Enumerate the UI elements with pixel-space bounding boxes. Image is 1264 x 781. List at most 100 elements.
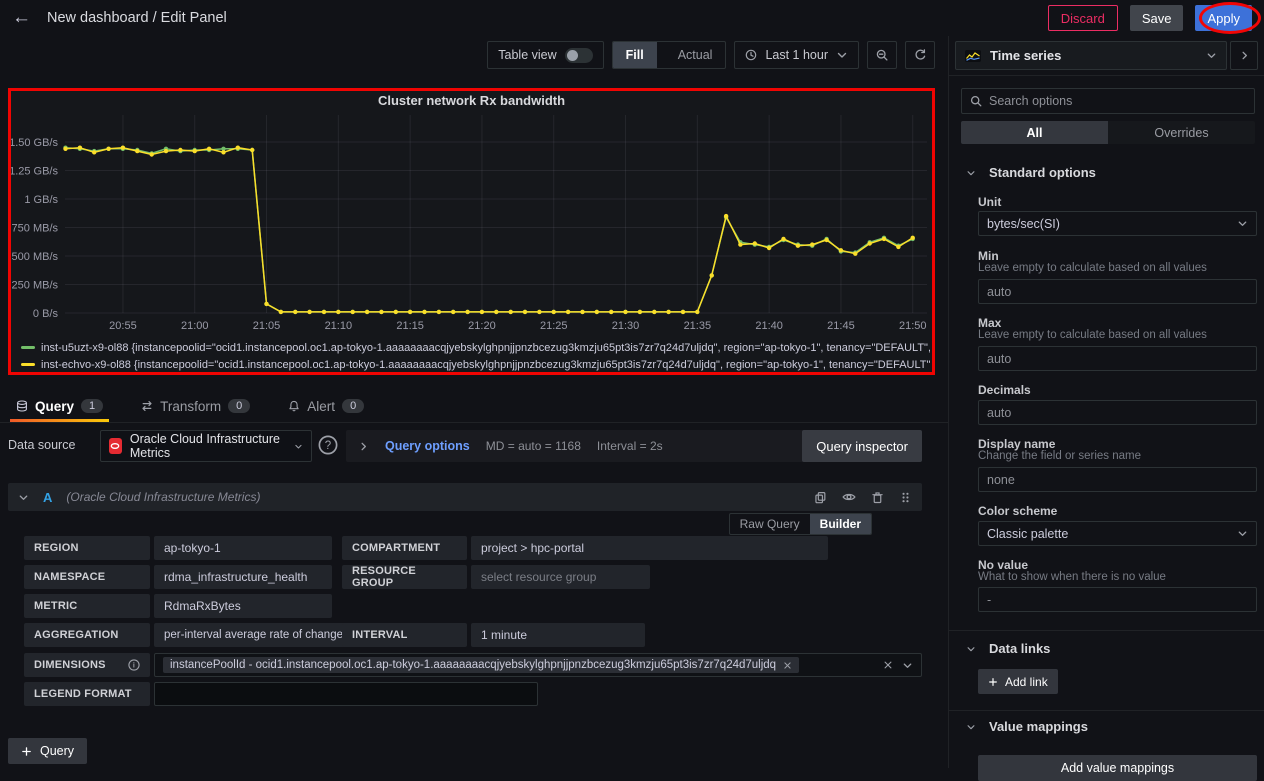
interval-select[interactable]: 1 minute <box>471 623 645 647</box>
svg-text:1 GB/s: 1 GB/s <box>24 194 58 206</box>
chart-panel-annotated[interactable]: Cluster network Rx bandwidth 1.50 GB/s1.… <box>8 88 935 375</box>
visualization-picker[interactable]: Time series <box>955 41 1227 70</box>
namespace-select[interactable]: rdma_infrastructure_health <box>154 565 332 589</box>
table-view-switch[interactable] <box>565 48 593 63</box>
tab-overrides[interactable]: Overrides <box>1108 121 1255 144</box>
tab-transform[interactable]: Transform 0 <box>135 390 256 422</box>
min-input[interactable] <box>978 279 1257 304</box>
svg-text:21:15: 21:15 <box>396 320 424 332</box>
all-overrides-tabs: All Overrides <box>961 121 1255 144</box>
metric-select[interactable]: RdmaRxBytes <box>154 594 332 618</box>
duplicate-query-icon[interactable] <box>814 491 827 504</box>
svg-text:1.25 GB/s: 1.25 GB/s <box>11 166 58 178</box>
options-search[interactable] <box>961 88 1255 114</box>
switch-knob <box>567 50 578 61</box>
aggregation-select[interactable]: per-interval average rate of change <box>154 623 353 647</box>
legend-swatch-yellow <box>21 363 35 366</box>
search-options-input[interactable] <box>989 94 1246 108</box>
legend-item[interactable]: inst-u5uzt-x9-ol88 {instancepoolid="ocid… <box>21 339 930 356</box>
back-arrow-button[interactable]: ← <box>12 7 31 29</box>
chart-legend: inst-u5uzt-x9-ol88 {instancepoolid="ocid… <box>21 339 930 373</box>
query-row-header[interactable]: A (Oracle Cloud Infrastructure Metrics) <box>8 483 922 511</box>
dimensions-label: DIMENSIONS <box>24 653 150 677</box>
tab-all[interactable]: All <box>961 121 1108 144</box>
svg-text:21:20: 21:20 <box>468 320 496 332</box>
chevron-down-icon <box>294 441 303 452</box>
time-series-chart[interactable]: 1.50 GB/s1.25 GB/s1 GB/s750 MB/s500 MB/s… <box>11 107 932 339</box>
value-mappings-section-header[interactable]: Value mappings <box>966 719 1088 734</box>
no-value-label: No value <box>978 558 1028 572</box>
svg-text:21:45: 21:45 <box>827 320 855 332</box>
time-range-label: Last 1 hour <box>765 48 828 62</box>
add-value-mappings-button[interactable]: Add value mappings <box>978 755 1257 781</box>
max-input[interactable] <box>978 346 1257 371</box>
zoom-out-button[interactable] <box>867 41 897 69</box>
decimals-input[interactable] <box>978 400 1257 425</box>
resource-group-label: RESOURCE GROUP <box>342 565 467 589</box>
chevron-down-icon <box>966 722 976 732</box>
drag-handle-icon[interactable] <box>899 491 912 504</box>
min-description: Leave empty to calculate based on all va… <box>978 262 1207 274</box>
compartment-select[interactable]: project > hpc-portal <box>471 536 828 560</box>
add-link-button[interactable]: Add link <box>978 669 1058 694</box>
display-name-input[interactable] <box>978 467 1257 492</box>
region-select[interactable]: ap-tokyo-1 <box>154 536 332 560</box>
disable-query-eye-icon[interactable] <box>842 490 856 504</box>
datasource-help-button[interactable] <box>318 435 338 455</box>
collapse-options-pane-button[interactable] <box>1230 41 1258 70</box>
time-range-picker[interactable]: Last 1 hour <box>734 41 859 69</box>
query-inspector-button[interactable]: Query inspector <box>802 430 922 462</box>
section-heading-text: Value mappings <box>989 719 1088 734</box>
apply-button[interactable]: Apply <box>1195 5 1252 31</box>
unit-select[interactable]: bytes/sec(SI) <box>978 211 1257 236</box>
resource-group-select[interactable]: select resource group <box>471 565 650 589</box>
tab-count-badge: 1 <box>81 399 103 413</box>
delete-query-trash-icon[interactable] <box>871 491 884 504</box>
tab-alert[interactable]: Alert 0 <box>282 390 370 422</box>
save-button[interactable]: Save <box>1130 5 1184 31</box>
tab-label: Transform <box>160 399 221 414</box>
builder-option[interactable]: Builder <box>810 514 871 534</box>
tab-query[interactable]: Query 1 <box>10 390 109 422</box>
add-query-label: Query <box>40 744 74 758</box>
plus-icon <box>988 677 998 687</box>
datasource-label: Data source <box>8 438 75 452</box>
dimensions-label-text: DIMENSIONS <box>34 659 106 671</box>
clear-all-icon[interactable] <box>883 660 893 670</box>
no-value-input[interactable] <box>978 587 1257 612</box>
refresh-button[interactable] <box>905 41 935 69</box>
dimension-chip[interactable]: instancePoolId - ocid1.instancepool.oc1.… <box>163 657 799 673</box>
tab-label: Query <box>35 399 74 414</box>
datasource-select[interactable]: Oracle Cloud Infrastructure Metrics <box>100 430 312 462</box>
legend-format-input[interactable] <box>154 682 538 706</box>
table-view-toggle[interactable]: Table view <box>487 41 603 69</box>
add-query-button[interactable]: Query <box>8 738 87 764</box>
viz-type-label: Time series <box>990 48 1061 63</box>
max-description: Leave empty to calculate based on all va… <box>978 329 1207 341</box>
plus-icon <box>21 746 32 757</box>
chevron-down-icon <box>966 644 976 654</box>
color-scheme-select[interactable]: Classic palette <box>978 521 1257 546</box>
fill-option[interactable]: Fill <box>613 42 657 68</box>
info-circle-icon <box>128 659 140 671</box>
actual-option[interactable]: Actual <box>665 42 726 68</box>
remove-dimension-icon[interactable] <box>783 661 792 670</box>
chevron-right-icon <box>1239 50 1250 61</box>
query-options-link[interactable]: Query options <box>385 439 470 453</box>
data-links-section-header[interactable]: Data links <box>966 641 1050 656</box>
legend-item[interactable]: inst-echvo-x9-ol88 {instancepoolid="ocid… <box>21 356 930 373</box>
raw-query-option[interactable]: Raw Query <box>730 514 810 534</box>
editor-tabs: Query 1 Transform 0 Alert 0 <box>0 390 948 423</box>
page-title: New dashboard / Edit Panel <box>47 10 227 26</box>
dimensions-input[interactable]: instancePoolId - ocid1.instancepool.oc1.… <box>154 653 922 677</box>
chevron-down-icon <box>836 49 848 61</box>
add-link-label: Add link <box>1005 675 1048 689</box>
unit-value: bytes/sec(SI) <box>987 217 1060 231</box>
no-value-description: What to show when there is no value <box>978 571 1166 583</box>
interval-info: Interval = 2s <box>597 439 663 453</box>
dimension-chip-text: instancePoolId - ocid1.instancepool.oc1.… <box>170 659 776 671</box>
clock-icon <box>745 49 757 61</box>
standard-options-section-header[interactable]: Standard options <box>966 165 1096 180</box>
chevron-down-icon[interactable] <box>902 660 913 671</box>
discard-button[interactable]: Discard <box>1048 5 1118 31</box>
